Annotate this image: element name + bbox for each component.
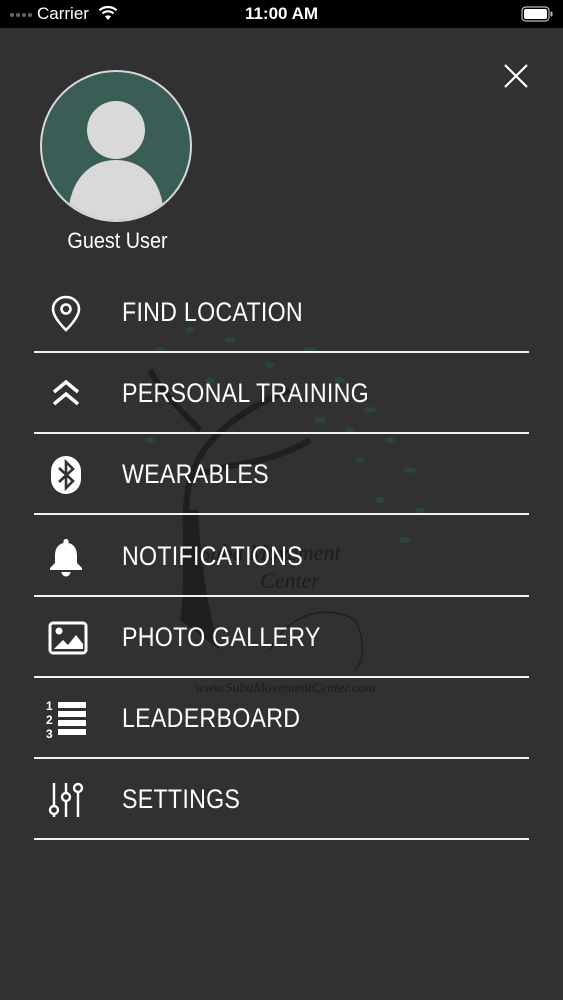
svg-text:1: 1 [46, 699, 53, 713]
location-pin-icon [51, 295, 81, 332]
sliders-icon [48, 782, 84, 817]
menu-label: WEARABLES [122, 459, 269, 489]
menu-item-notifications[interactable]: NOTIFICATIONS [34, 515, 529, 597]
ranked-list-icon: 1 2 3 [46, 699, 86, 741]
menu-label: SETTINGS [122, 784, 241, 814]
svg-text:2: 2 [46, 713, 53, 727]
menu-item-photo-gallery[interactable]: PHOTO GALLERY [34, 596, 529, 678]
status-bar: Carrier 11:00 AM [0, 0, 563, 28]
menu-label: PHOTO GALLERY [122, 622, 321, 652]
menu-item-wearables[interactable]: WEARABLES [34, 433, 529, 515]
double-chevron-up-icon [52, 379, 80, 406]
menu-label: PERSONAL TRAINING [122, 378, 369, 408]
menu-label: FIND LOCATION [122, 297, 303, 327]
bluetooth-icon [51, 456, 81, 494]
battery-icon [521, 6, 553, 22]
photo-icon [48, 621, 88, 655]
menu-item-settings[interactable]: SETTINGS [34, 758, 529, 840]
close-icon[interactable] [500, 60, 532, 92]
bell-icon [50, 539, 82, 577]
status-time: 11:00 AM [244, 4, 319, 23]
menu-label: NOTIFICATIONS [122, 541, 303, 571]
user-name: Guest User [67, 228, 168, 253]
menu-item-leaderboard[interactable]: 1 2 3 LEADERBOARD [34, 677, 529, 759]
avatar[interactable] [40, 70, 192, 222]
menu-label: LEADERBOARD [122, 703, 301, 733]
user-silhouette-icon [68, 101, 164, 220]
menu-item-personal-training[interactable]: PERSONAL TRAINING [34, 352, 529, 434]
svg-text:3: 3 [46, 727, 53, 741]
menu-item-find-location[interactable]: FIND LOCATION [34, 271, 529, 353]
